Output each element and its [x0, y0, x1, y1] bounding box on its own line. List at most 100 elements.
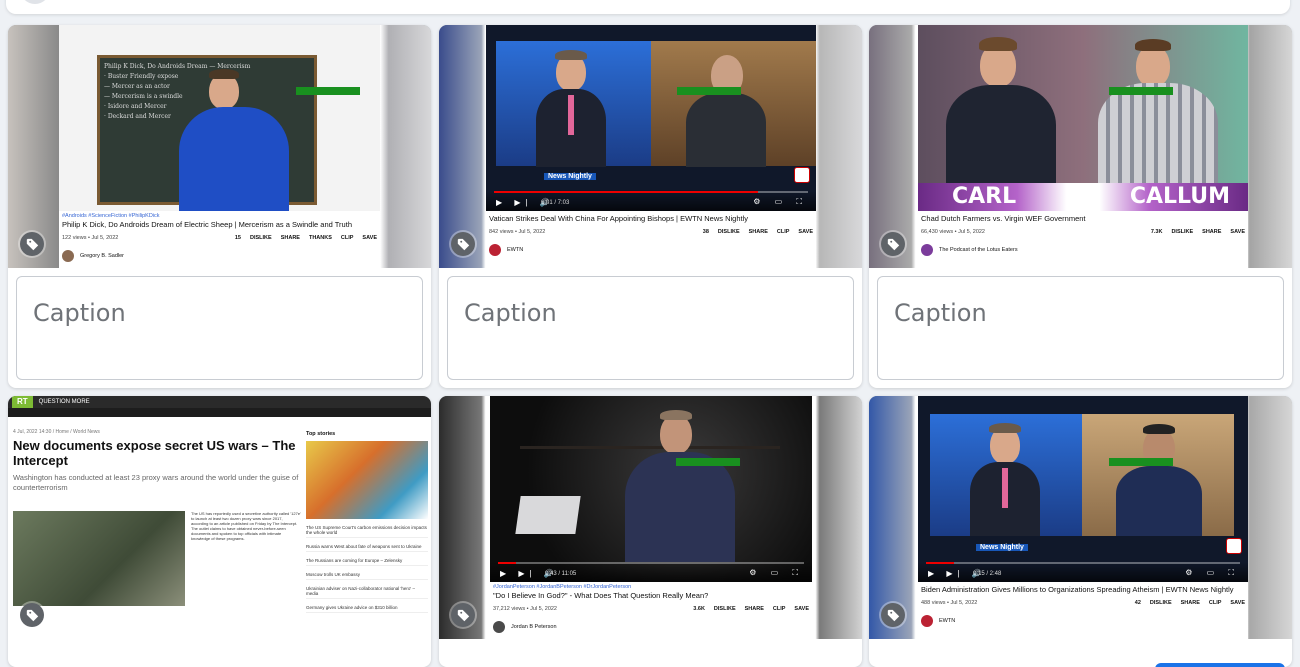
top-story-item: Russia warns West about fate of weapons …: [306, 544, 428, 552]
subscribe-button[interactable]: [676, 458, 740, 466]
channel-avatar: [921, 244, 933, 256]
image-thumbnail[interactable]: RT QUESTION MORE 4 Jul, 2022 14:30 / Home…: [8, 396, 431, 639]
like-count[interactable]: 7.3K: [1151, 229, 1163, 235]
image-card[interactable]: ▶ ▶| 🔊 0:43 / 11:05 ⚙ ▭ ⛶ #JordanPeterso…: [439, 396, 862, 667]
image-card[interactable]: News Nightly ▶ ▶| 🔊 0:15 / 2:48 ⚙ ▭ ⛶ Bi…: [869, 396, 1292, 667]
save-button[interactable]: SAVE: [1230, 600, 1245, 606]
player-settings[interactable]: ⚙ ▭ ⛶: [749, 568, 804, 578]
caption-placeholder: Caption: [33, 299, 126, 327]
dislike-button[interactable]: DISLIKE: [250, 235, 272, 241]
dislike-button[interactable]: DISLIKE: [718, 229, 740, 235]
action-bar: 42 DISLIKE SHARE CLIP SAVE: [1135, 600, 1245, 606]
image-card[interactable]: Philip K Dick, Do Androids Dream — Merce…: [8, 25, 431, 388]
save-button[interactable]: SAVE: [362, 235, 377, 241]
article-body: The US has reportedly used a secretive a…: [191, 511, 301, 541]
video-title[interactable]: Biden Administration Gives Millions to O…: [921, 585, 1245, 594]
tag-icon[interactable]: [451, 232, 475, 256]
image-thumbnail[interactable]: ▶ ▶| 🔊 0:43 / 11:05 ⚙ ▭ ⛶ #JordanPeterso…: [439, 396, 862, 639]
like-count[interactable]: 42: [1135, 600, 1141, 606]
image-thumbnail[interactable]: News Nightly ▶ ▶| 🔊 0:15 / 2:48 ⚙ ▭ ⛶ Bi…: [869, 396, 1292, 639]
article-headline: New documents expose secret US wars – Th…: [13, 438, 296, 468]
clip-button[interactable]: CLIP: [341, 235, 354, 241]
top-story-item: The Russians are coming for Europe – Zel…: [306, 558, 428, 566]
save-button[interactable]: SAVE: [798, 229, 813, 235]
news-ticker: News Nightly: [976, 544, 1028, 551]
top-stories-title: Top stories: [306, 431, 336, 437]
video-title[interactable]: Philip K Dick, Do Androids Dream of Elec…: [62, 220, 377, 229]
share-button[interactable]: SHARE: [1181, 600, 1200, 606]
image-thumbnail[interactable]: News Nightly ▶ ▶| 🔊 6:01 / 7:03 ⚙ ▭ ⛶ Va…: [439, 25, 862, 268]
view-count: 488 views • Jul 5, 2022: [921, 600, 978, 606]
like-count[interactable]: 3.6K: [693, 606, 705, 612]
tag-icon[interactable]: [20, 603, 44, 627]
action-bar: 15 DISLIKE SHARE THANKS CLIP SAVE: [235, 235, 377, 241]
caption-placeholder: Caption: [464, 299, 557, 327]
ewtn-logo: [1226, 538, 1242, 554]
video-frame: Philip K Dick, Do Androids Dream — Merce…: [59, 25, 380, 268]
playback-time: 0:15 / 2:48: [973, 571, 1002, 577]
search-bar[interactable]: [6, 0, 1290, 14]
floating-action-button[interactable]: [1155, 663, 1285, 667]
top-toolbar: [0, 0, 1300, 16]
dislike-button[interactable]: DISLIKE: [714, 606, 736, 612]
clip-button[interactable]: CLIP: [777, 229, 790, 235]
view-count: 66,430 views • Jul 5, 2022: [921, 229, 985, 235]
save-button[interactable]: SAVE: [794, 606, 809, 612]
like-count[interactable]: 15: [235, 235, 241, 241]
channel-name: The Podcast of the Lotus Eaters: [939, 247, 1018, 253]
thanks-button[interactable]: THANKS: [309, 235, 332, 241]
news-ticker: News Nightly: [544, 173, 596, 180]
subscribe-button[interactable]: [677, 87, 741, 95]
top-story-item: The US Supreme Court's carbon emissions …: [306, 525, 428, 538]
share-button[interactable]: SHARE: [749, 229, 768, 235]
video-title[interactable]: Vatican Strikes Deal With China For Appo…: [489, 214, 813, 223]
caption-input[interactable]: Caption: [447, 276, 854, 380]
video-frame: ▶ ▶| 🔊 0:43 / 11:05 ⚙ ▭ ⛶ #JordanPeterso…: [490, 396, 812, 639]
image-card[interactable]: RT QUESTION MORE 4 Jul, 2022 14:30 / Home…: [8, 396, 431, 667]
channel-name: Jordan B Peterson: [511, 624, 557, 630]
image-thumbnail[interactable]: Philip K Dick, Do Androids Dream — Merce…: [8, 25, 431, 268]
caption-input[interactable]: Caption: [877, 276, 1284, 380]
lower-third-right: CALLUM: [1129, 184, 1230, 209]
channel-avatar: [493, 621, 505, 633]
caption-placeholder: Caption: [894, 299, 987, 327]
tag-icon[interactable]: [881, 603, 905, 627]
subscribe-button[interactable]: [1109, 458, 1173, 466]
video-tags[interactable]: #Androids #ScienceFiction #PhilipKDick: [62, 213, 377, 219]
caption-input[interactable]: Caption: [16, 276, 423, 380]
action-bar: 7.3K DISLIKE SHARE SAVE: [1151, 229, 1245, 235]
video-frame: News Nightly ▶ ▶| 🔊 0:15 / 2:48 ⚙ ▭ ⛶ Bi…: [918, 396, 1248, 639]
article-screenshot: RT QUESTION MORE 4 Jul, 2022 14:30 / Home…: [8, 396, 431, 639]
dislike-button[interactable]: DISLIKE: [1171, 229, 1193, 235]
video-tags[interactable]: #JordanPeterson #JordanBPeterson #DrJord…: [493, 584, 809, 590]
channel-name: EWTN: [939, 618, 956, 624]
ewtn-logo: [794, 167, 810, 183]
image-thumbnail[interactable]: CARL CALLUM Chad Dutch Farmers vs. Virgi…: [869, 25, 1292, 268]
article-lede: Washington has conducted at least 23 pro…: [13, 473, 299, 492]
share-button[interactable]: SHARE: [281, 235, 300, 241]
player-settings[interactable]: ⚙ ▭ ⛶: [1185, 568, 1240, 578]
video-title[interactable]: "Do I Believe In God?" - What Does That …: [493, 591, 809, 600]
player-settings[interactable]: ⚙ ▭ ⛶: [753, 197, 808, 207]
tag-icon[interactable]: [20, 232, 44, 256]
dislike-button[interactable]: DISLIKE: [1150, 600, 1172, 606]
like-count[interactable]: 38: [703, 229, 709, 235]
share-button[interactable]: SHARE: [1202, 229, 1221, 235]
image-card[interactable]: News Nightly ▶ ▶| 🔊 6:01 / 7:03 ⚙ ▭ ⛶ Va…: [439, 25, 862, 388]
clip-button[interactable]: CLIP: [1209, 600, 1222, 606]
site-nav: [8, 408, 431, 417]
stage-shelf: [520, 446, 780, 449]
clip-button[interactable]: CLIP: [773, 606, 786, 612]
share-button[interactable]: SHARE: [745, 606, 764, 612]
image-card[interactable]: CARL CALLUM Chad Dutch Farmers vs. Virgi…: [869, 25, 1292, 388]
tag-icon[interactable]: [451, 603, 475, 627]
view-count: 37,212 views • Jul 5, 2022: [493, 606, 557, 612]
subscribe-button[interactable]: [1109, 87, 1173, 95]
save-button[interactable]: SAVE: [1230, 229, 1245, 235]
subscribe-button[interactable]: [296, 87, 360, 95]
video-title[interactable]: Chad Dutch Farmers vs. Virgin WEF Govern…: [921, 214, 1245, 223]
action-bar: 38 DISLIKE SHARE CLIP SAVE: [703, 229, 813, 235]
playback-time: 0:43 / 11:05: [545, 571, 577, 577]
tag-icon[interactable]: [881, 232, 905, 256]
playback-time: 6:01 / 7:03: [541, 200, 570, 206]
